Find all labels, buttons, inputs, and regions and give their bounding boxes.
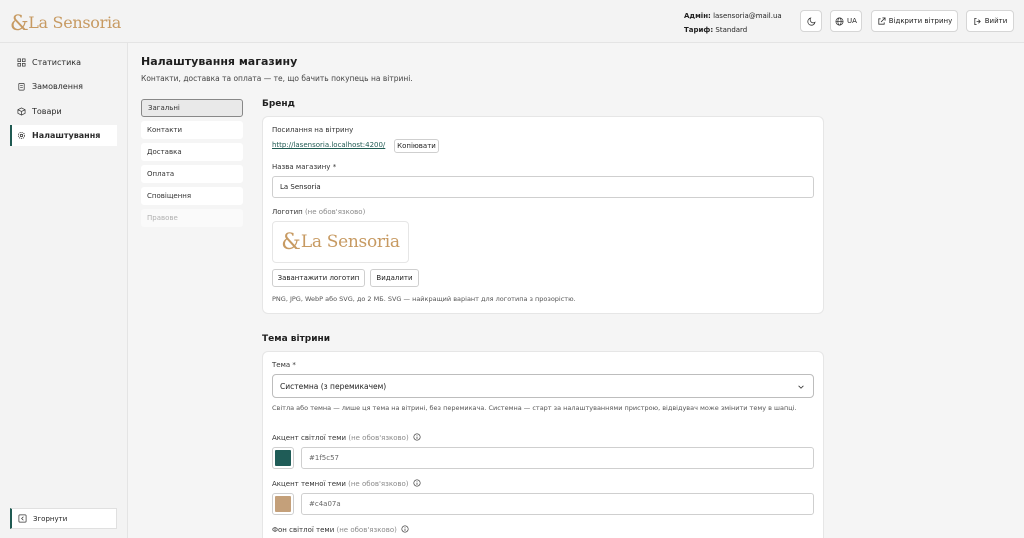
accent-light-swatch (275, 450, 291, 466)
info-icon[interactable] (413, 433, 421, 441)
open-storefront-label: Відкрити вітрину (888, 17, 953, 25)
storefront-link-label: Посилання на вітрину (272, 126, 354, 134)
optional-note: (не обов'язково) (348, 434, 409, 442)
theme-section-title: Тема вітрини (262, 334, 331, 344)
admin-label: Адмін: (684, 12, 711, 20)
external-link-icon (878, 16, 886, 25)
sidebar-item-label: Статистика (32, 58, 81, 67)
theme-select[interactable]: Системна (з перемикачем) (272, 374, 814, 398)
language-label: UA (847, 17, 857, 25)
language-button[interactable]: UA (830, 10, 862, 32)
store-name-label-text: Назва магазину (272, 163, 331, 171)
logo-label: Логотип (не обов'язково) (272, 208, 365, 216)
accent-dark-input[interactable]: #c4a07a (301, 493, 814, 515)
info-icon[interactable] (413, 479, 421, 487)
store-name-label: Назва магазину * (272, 163, 336, 171)
logo-preview-mark: & (281, 229, 301, 255)
sidebar: Статистика Замовлення Товари Налаштуванн… (0, 43, 128, 538)
accent-light-label: Акцент світлої теми (не обов'язково) (272, 433, 421, 442)
plan-label: Тариф: (684, 26, 714, 34)
accent-light-color-picker[interactable] (272, 447, 294, 469)
sidebar-item-products[interactable]: Товари (10, 101, 117, 122)
logout-icon (974, 17, 981, 25)
theme-label: Тема * (272, 361, 296, 369)
clipboard-icon (18, 82, 25, 91)
logo-text: La Sensoria (28, 13, 122, 32)
optional-note: (не обов'язково) (348, 480, 409, 488)
theme-select-value: Системна (з перемикачем) (280, 381, 387, 391)
logo-preview: & La Sensoria (272, 221, 409, 263)
theme-toggle-button[interactable] (800, 10, 822, 32)
bg-light-label-text: Фон світлої теми (272, 526, 335, 534)
storefront-link[interactable]: http://lasensoria.localhost:4200/ (272, 141, 385, 149)
accent-dark-label-text: Акцент темної теми (272, 480, 346, 488)
collapse-label: Згорнути (33, 514, 68, 523)
subnav-delivery[interactable]: Доставка (141, 143, 243, 161)
optional-note: (не обов'язково) (336, 526, 397, 534)
brand-section-title: Бренд (262, 99, 295, 109)
globe-icon (835, 17, 844, 25)
subnav-payment[interactable]: Оплата (141, 165, 243, 183)
bg-light-label: Фон світлої теми (не обов'язково) (272, 525, 409, 534)
subnav-contacts[interactable]: Контакти (141, 121, 243, 139)
logo-label-text: Логотип (272, 208, 303, 216)
delete-logo-button[interactable]: Видалити (370, 269, 419, 287)
subnav-notifications[interactable]: Сповіщення (141, 187, 243, 205)
chart-icon (17, 58, 26, 67)
sidebar-item-statistics[interactable]: Статистика (10, 52, 117, 73)
open-storefront-button[interactable]: Відкрити вітрину (871, 10, 958, 32)
sidebar-item-label: Товари (32, 107, 62, 116)
accent-dark-color-picker[interactable] (272, 493, 294, 515)
box-icon (17, 107, 26, 116)
accent-dark-label: Акцент темної теми (не обов'язково) (272, 479, 421, 488)
sidebar-item-settings[interactable]: Налаштування (10, 125, 117, 146)
accent-light-input[interactable]: #1f5c57 (301, 447, 814, 469)
chevron-down-icon (798, 385, 804, 389)
plan-value: Standard (715, 26, 748, 34)
required-mark: * (292, 361, 296, 369)
collapse-icon (18, 514, 27, 523)
info-icon[interactable] (401, 525, 409, 533)
moon-icon (806, 16, 816, 26)
theme-label-text: Тема (272, 361, 291, 369)
store-name-input[interactable]: La Sensoria (272, 176, 814, 198)
upload-logo-button[interactable]: Завантажити логотип (272, 269, 365, 287)
collapse-sidebar-button[interactable]: Згорнути (10, 508, 117, 529)
app-logo[interactable]: & La Sensoria (10, 8, 121, 34)
admin-email: lasensoria@mail.ua (713, 12, 782, 20)
required-mark: * (332, 163, 337, 171)
page-subtitle: Контакти, доставка та оплата — те, що ба… (141, 74, 413, 83)
accent-light-label-text: Акцент світлої теми (272, 434, 347, 442)
copy-link-button[interactable]: Копіювати (394, 139, 439, 153)
logo-preview-text: La Sensoria (300, 232, 400, 252)
logout-button[interactable]: Вийти (966, 10, 1014, 32)
accent-dark-swatch (275, 496, 291, 512)
subnav-general[interactable]: Загальні (141, 99, 243, 117)
optional-note: (не обов'язково) (304, 208, 366, 216)
sidebar-item-orders[interactable]: Замовлення (10, 76, 117, 97)
sidebar-item-label: Замовлення (32, 82, 83, 91)
account-info: Адмін: lasensoria@mail.ua Тариф: Standar… (684, 9, 782, 37)
page-title: Налаштування магазину (141, 55, 298, 68)
subnav-legal: Правове (141, 209, 243, 227)
app-header: & La Sensoria Адмін: lasensoria@mail.ua … (0, 0, 1024, 43)
sidebar-item-label: Налаштування (32, 131, 101, 140)
logout-label: Вийти (984, 17, 1008, 25)
logo-mark: & (10, 11, 29, 35)
theme-hint: Світла або темна — лише ця тема на вітри… (272, 404, 797, 412)
gear-icon (17, 131, 26, 140)
logo-hint: PNG, JPG, WebP або SVG, до 2 МБ. SVG — н… (272, 295, 576, 303)
